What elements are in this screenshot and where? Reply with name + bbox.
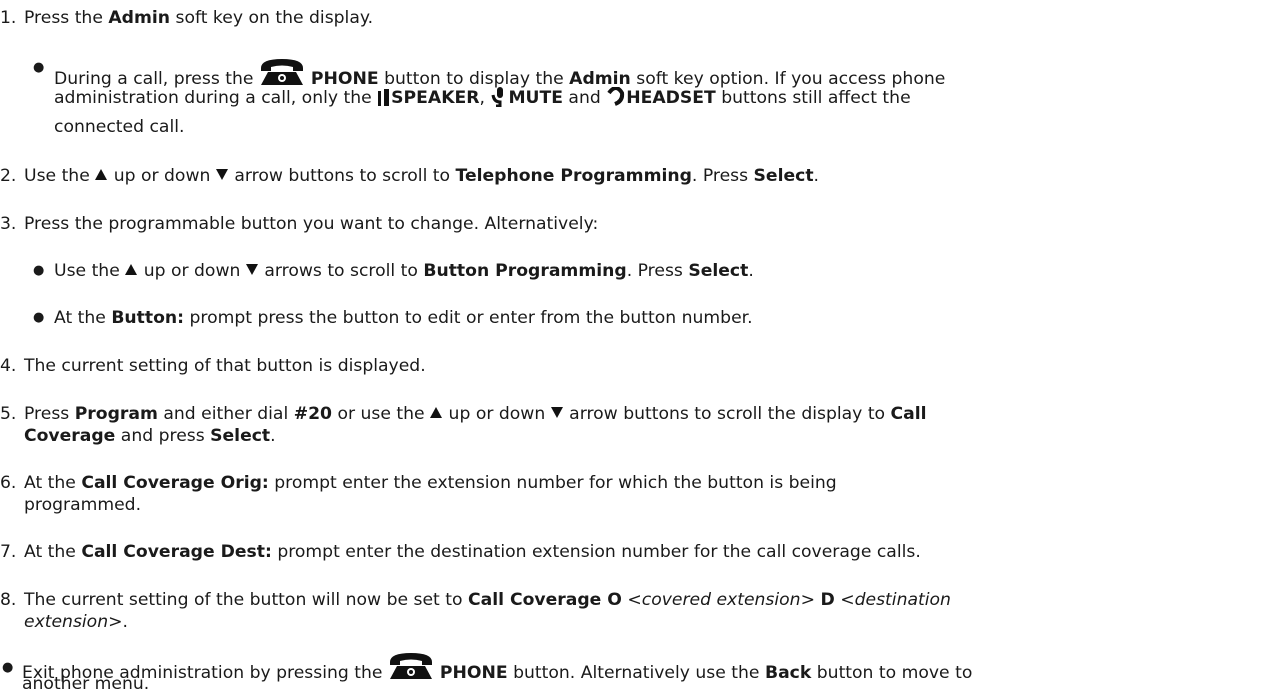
step-text: Press Program and either dial #20 or use… <box>24 404 927 424</box>
step-number: 6. <box>0 473 17 493</box>
step-text: At the Call Coverage Dest: prompt enter … <box>24 542 921 562</box>
step-text: The current setting of the button will n… <box>24 590 951 610</box>
bullet: ● <box>33 60 45 75</box>
substep-text: At the Button: prompt press the button t… <box>54 308 753 328</box>
phone-icon <box>260 59 303 85</box>
down-arrow-icon <box>550 407 563 418</box>
bullet: ● <box>33 310 45 325</box>
substep-text: connected call. <box>54 117 185 137</box>
step-text: The current setting of that button is di… <box>24 356 426 376</box>
step-number: 7. <box>0 542 17 562</box>
headset-icon <box>607 87 625 106</box>
step-text: programmed. <box>24 495 142 515</box>
step-number: 4. <box>0 356 17 376</box>
up-arrow-icon <box>125 264 138 275</box>
up-arrow-icon <box>95 169 108 180</box>
substep-text: administration during a call, only the S… <box>54 87 911 108</box>
step-text: At the Call Coverage Orig: prompt enter … <box>24 473 837 493</box>
step-number: 5. <box>0 404 17 424</box>
step-text: Coverage and press Select. <box>24 426 276 446</box>
step-number: 8. <box>0 590 17 610</box>
final-text: another menu. <box>22 674 150 694</box>
step-text: Use the up or down arrow buttons to scro… <box>24 166 820 186</box>
document-page: { "heading_fragment": "...g...(...)", "s… <box>0 0 1284 699</box>
step-text: Press the programmable button you want t… <box>24 214 599 234</box>
down-arrow-icon <box>245 264 258 275</box>
down-arrow-icon <box>215 169 228 180</box>
phone-icon <box>389 653 432 679</box>
step-number: 2. <box>0 166 17 186</box>
speaker-icon <box>378 89 390 106</box>
step-text: Press the Admin soft key on the display. <box>24 8 374 28</box>
mute-icon <box>491 87 504 107</box>
final-text: Exit phone administration by pressing th… <box>22 650 972 685</box>
up-arrow-icon <box>430 407 443 418</box>
substep-text: Use the up or down arrows to scroll to B… <box>54 261 754 281</box>
step-text: extension>. <box>24 612 128 632</box>
bullet: ● <box>2 660 14 675</box>
step-number: 3. <box>0 214 17 234</box>
bullet: ● <box>33 263 45 278</box>
step-number: 1. <box>0 8 17 28</box>
